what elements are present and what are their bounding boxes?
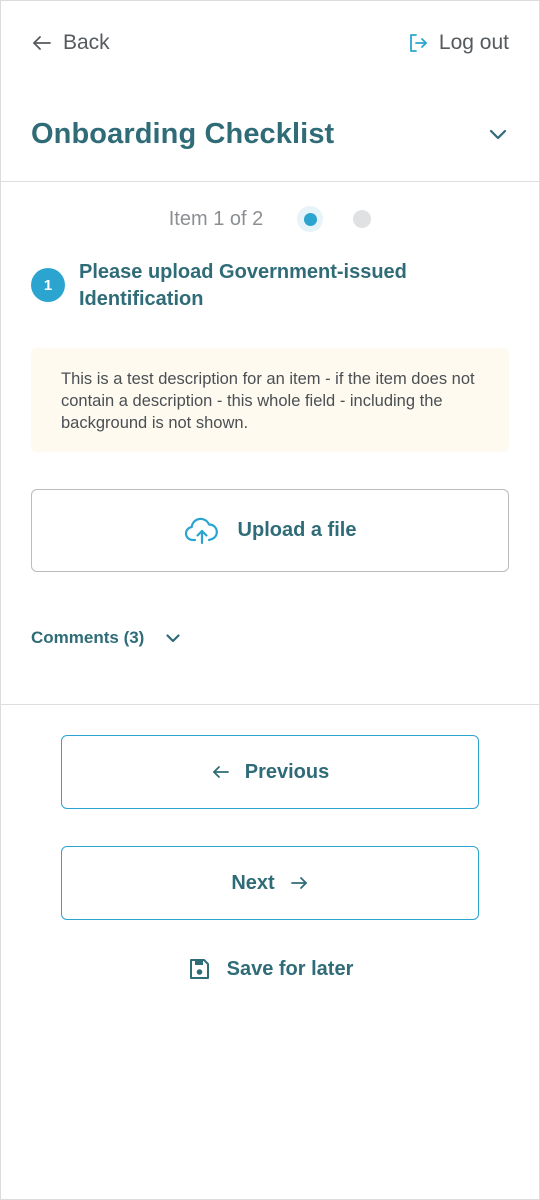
header-divider xyxy=(1,181,539,182)
page-title: Onboarding Checklist xyxy=(31,117,335,150)
previous-label: Previous xyxy=(244,760,330,783)
pager-label: Item 1 of 2 xyxy=(168,207,264,230)
logout-button[interactable]: Log out xyxy=(407,31,509,55)
checklist-header[interactable]: Onboarding Checklist xyxy=(31,109,509,159)
comments-label: Comments (3) xyxy=(31,628,145,647)
back-button[interactable]: Back xyxy=(31,31,110,55)
item-title: Please upload Government-issued Identifi… xyxy=(79,261,407,310)
arrow-left-icon xyxy=(31,32,53,54)
cloud-upload-icon xyxy=(184,516,220,546)
item-number-badge: 1 xyxy=(31,268,65,302)
item-pager: Item 1 of 2 xyxy=(1,206,539,232)
pager-dot-inactive[interactable] xyxy=(353,210,372,228)
next-label: Next xyxy=(231,871,275,894)
logout-icon xyxy=(407,32,429,54)
logout-label: Log out xyxy=(438,31,509,54)
chevron-down-icon xyxy=(164,629,182,647)
content-divider xyxy=(1,704,539,705)
item-description: This is a test description for an item -… xyxy=(31,348,509,452)
save-label: Save for later xyxy=(226,957,354,980)
previous-button[interactable]: Previous xyxy=(61,735,479,809)
arrow-left-icon xyxy=(211,762,231,782)
pager-dot-active[interactable] xyxy=(297,206,324,232)
arrow-right-icon xyxy=(289,873,309,893)
comments-toggle[interactable]: Comments (3) xyxy=(31,628,182,648)
back-label: Back xyxy=(63,31,110,54)
next-button[interactable]: Next xyxy=(61,846,479,920)
upload-file-button[interactable]: Upload a file xyxy=(31,489,509,572)
upload-label: Upload a file xyxy=(237,519,357,541)
save-for-later-button[interactable]: Save for later xyxy=(1,957,539,981)
chevron-down-icon[interactable] xyxy=(487,123,509,145)
app-screen: Back Log out Onboarding Checklist Item 1… xyxy=(0,0,540,1200)
item-header: 1 Please upload Government-issued Identi… xyxy=(31,259,509,313)
top-bar: Back Log out xyxy=(1,1,539,89)
floppy-disk-icon xyxy=(187,957,211,981)
